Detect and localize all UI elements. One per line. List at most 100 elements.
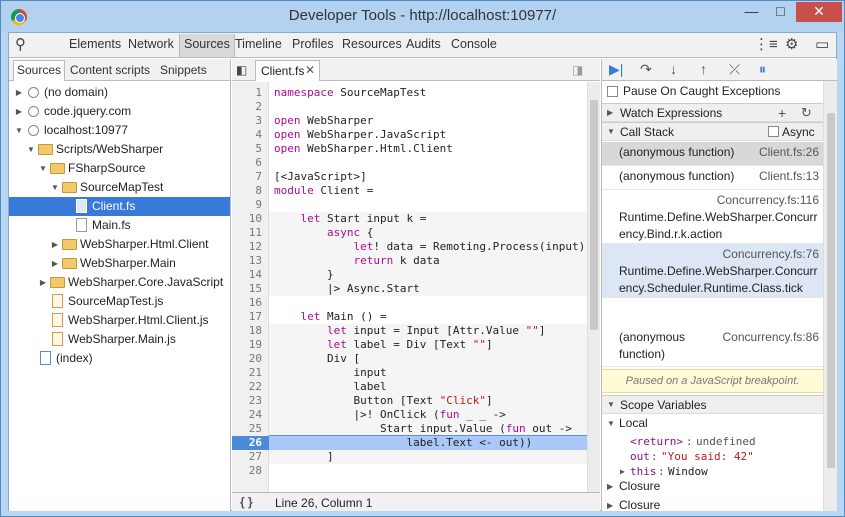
code-line[interactable]: |> Async.Start [269,282,587,296]
refresh-icon[interactable]: ↻ [801,104,812,122]
code-line[interactable]: open WebSharper.JavaScript [269,128,587,142]
code-line[interactable]: let! data = Remoting.Process(input) [269,240,587,254]
maximize-button[interactable]: □ [767,2,794,22]
scope-closure[interactable]: ▶ Closure [602,496,823,511]
code-line[interactable]: Start input.Value (fun out -> [269,422,587,436]
line-number[interactable]: 11 [232,226,262,240]
tab-console[interactable]: Console [451,37,497,51]
editor-scrollbar[interactable] [587,82,600,508]
search-icon[interactable]: ⚲ [15,37,26,53]
line-number[interactable]: 2 [232,100,262,114]
editor-scroll-thumb[interactable] [590,100,598,330]
tree-item-index[interactable]: (index) [9,349,230,368]
call-frame-location[interactable]: Client.fs:13 [759,168,819,185]
code-line[interactable]: } [269,268,587,282]
line-number[interactable]: 5 [232,142,262,156]
tree-item-sourcemaptest-js[interactable]: SourceMapTest.js [9,292,230,311]
nav-tab-content-scripts[interactable]: Content scripts [70,63,150,77]
breakpoint-line-number[interactable]: 26 [232,436,269,450]
line-number[interactable]: 9 [232,198,262,212]
code-line[interactable]: let Start input k = [269,212,587,226]
code-line[interactable] [269,198,587,212]
call-frame[interactable]: Client.fs:26 (anonymous function) [602,142,823,166]
async-checkbox[interactable] [768,126,779,137]
toggle-navigator-icon[interactable]: ◧ [236,62,247,78]
close-button[interactable]: ✕ [796,2,842,22]
minimize-button[interactable]: — [738,2,765,22]
code-line[interactable]: [<JavaScript>] [269,170,587,184]
line-number[interactable]: 21 [232,366,262,380]
code-line[interactable]: label [269,380,587,394]
line-number[interactable]: 20 [232,352,262,366]
scope-variables-header[interactable]: ▼ Scope Variables [602,395,823,414]
line-number[interactable]: 13 [232,254,262,268]
resume-icon[interactable]: ▶| [609,61,623,77]
code-line[interactable]: Button [Text "Click"] [269,394,587,408]
call-frame[interactable]: Client.fs:13 (anonymous function) [602,166,823,190]
code-line[interactable]: let label = Div [Text ""] [269,338,587,352]
scope-var-return[interactable]: <return> : undefined [602,434,823,450]
pause-on-exceptions-icon[interactable]: ⏸ [759,61,766,77]
collapse-arrow-icon[interactable]: ▼ [607,123,615,141]
line-number[interactable]: 19 [232,338,262,352]
expand-arrow-icon[interactable]: ▶ [607,477,613,496]
code-line[interactable]: module Client = [269,184,587,198]
code-line[interactable]: input [269,366,587,380]
expand-arrow-icon[interactable]: ▶ [14,102,24,121]
call-frame[interactable]: Concurrency.fs:76 Runtime.Define.WebShar… [602,244,823,298]
collapse-arrow-icon[interactable]: ▼ [38,159,48,178]
line-number-gutter[interactable]: 1 2 3 4 5 6 7 8 9 10 11 12 13 14 15 16 17 18 19 20 21 22 23 24 2… [232,82,269,508]
tree-item-websharper-core-javascript[interactable]: ▶ WebSharper.Core.JavaScript [9,273,230,292]
tab-audits[interactable]: Audits [406,37,441,51]
collapse-arrow-icon[interactable]: ▼ [26,140,36,159]
expand-arrow-icon[interactable]: ▶ [607,104,613,122]
deactivate-breakpoints-icon[interactable]: ⤫ [729,61,740,77]
line-number[interactable]: 16 [232,296,262,310]
line-number[interactable]: 23 [232,394,262,408]
code-line[interactable]: open WebSharper.Html.Client [269,142,587,156]
call-frame[interactable]: Concurrency.fs:86 (anonymous function) [602,327,823,367]
step-out-icon[interactable]: ↑ [700,61,707,77]
nav-tab-sources[interactable]: Sources [13,60,66,81]
tree-item-client-fs[interactable]: Client.fs [9,197,230,216]
line-number[interactable]: 17 [232,310,262,324]
tab-timeline[interactable]: Timeline [235,37,282,51]
line-number[interactable]: 1 [232,86,262,100]
code-line[interactable]: async { [269,226,587,240]
tree-item-fsharpsource[interactable]: ▼ FSharpSource [9,159,230,178]
gear-icon[interactable]: ⚙ [785,37,798,53]
execution-line[interactable]: label.Text <- out)) [269,435,587,451]
drawer-toggle-icon[interactable]: ⋮≡ [754,37,778,53]
collapse-arrow-icon[interactable]: ▼ [50,178,60,197]
nav-tab-snippets[interactable]: Snippets [160,63,207,77]
pause-on-caught-checkbox[interactable] [607,86,618,97]
expand-arrow-icon[interactable]: ▶ [607,496,613,511]
step-over-icon[interactable]: ↷ [640,61,652,77]
tree-item-localhost[interactable]: ▼ localhost:10977 [9,121,230,140]
code-line[interactable] [269,100,587,114]
code-line[interactable]: Div [ [269,352,587,366]
tree-item-sourcemaptest-folder[interactable]: ▼ SourceMapTest [9,178,230,197]
line-number[interactable]: 18 [232,324,262,338]
dock-icon[interactable]: ▭ [815,37,829,53]
scope-local[interactable]: ▼ Local [602,414,823,433]
code-line[interactable]: namespace SourceMapTest [269,86,587,100]
step-into-icon[interactable]: ↓ [670,61,677,77]
tree-item-no-domain[interactable]: ▶ (no domain) [9,83,230,102]
line-number[interactable]: 7 [232,170,262,184]
close-tab-icon[interactable]: ✕ [305,63,315,77]
add-icon[interactable]: + [778,104,786,122]
tab-sources[interactable]: Sources [179,34,235,57]
line-number[interactable]: 22 [232,380,262,394]
line-number[interactable]: 24 [232,408,262,422]
expand-arrow-icon[interactable]: ▶ [50,254,60,273]
code-line[interactable]: let input = Input [Attr.Value ""] [269,324,587,338]
line-number[interactable]: 3 [232,114,262,128]
scope-var-out[interactable]: out : "You said: 42" [602,449,823,465]
expand-arrow-icon[interactable]: ▶ [14,83,24,102]
line-number[interactable]: 4 [232,128,262,142]
collapse-arrow-icon[interactable]: ▼ [607,396,615,414]
line-number[interactable]: 12 [232,240,262,254]
expand-arrow-icon[interactable]: ▶ [50,235,60,254]
expand-arrow-icon[interactable]: ▶ [38,273,48,292]
